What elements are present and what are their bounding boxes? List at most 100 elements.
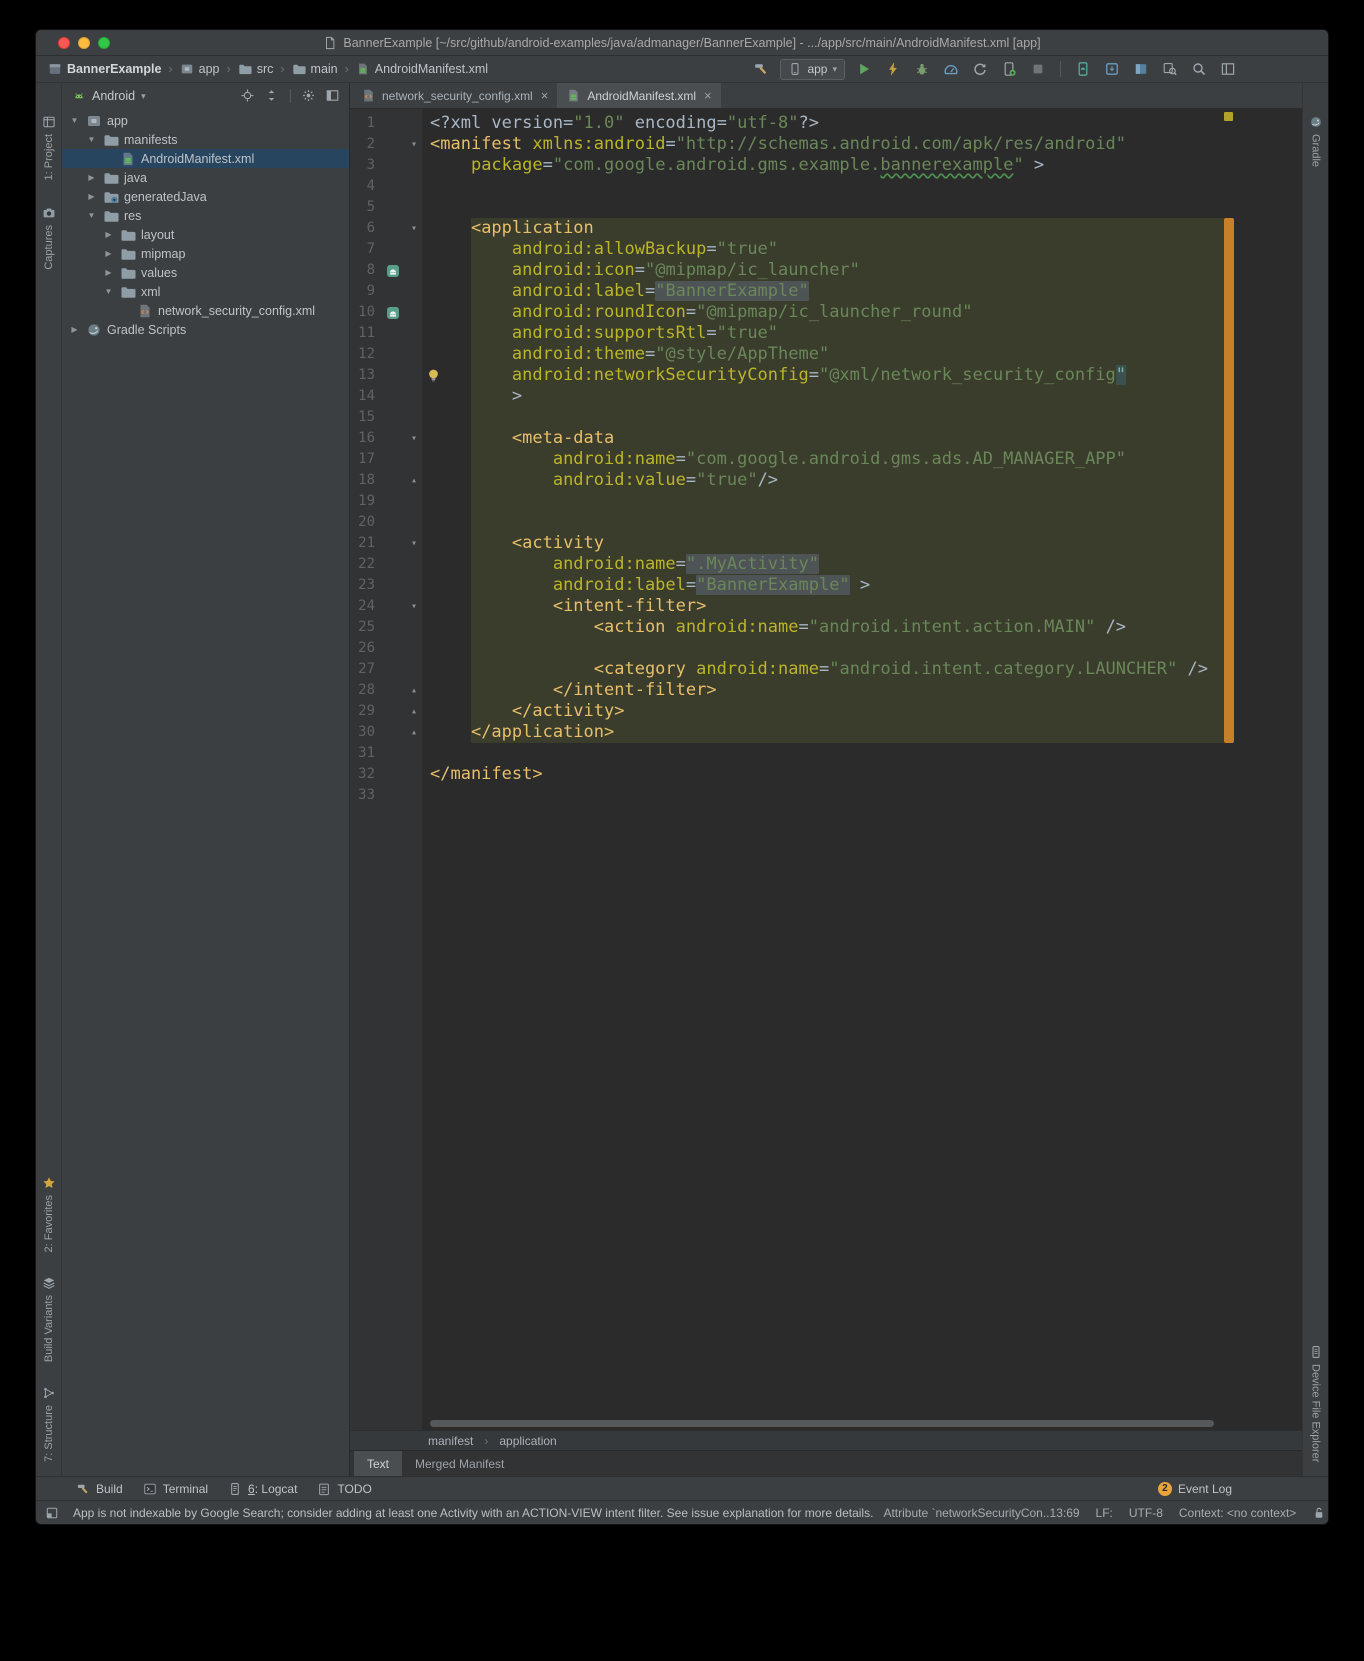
settings-button[interactable] [301,88,317,104]
window-layout-button[interactable] [1218,59,1238,79]
project-view-selector[interactable]: Android [92,89,135,103]
toolwindow-button-gradle[interactable]: Gradle [1309,115,1323,167]
fold-placeholder [406,785,422,806]
breadcrumb-item-src[interactable]: src [238,62,274,76]
avd-manager-button[interactable] [1073,59,1093,79]
code-line: 10 android:roundIcon="@mipmap/ic_launche… [350,302,1302,323]
warning-stripe-mark[interactable] [1224,112,1233,121]
code-line: 22 android:name=".MyActivity" [350,554,1302,575]
line-number: 9 [350,281,380,302]
chevron-right-icon[interactable]: ▶ [102,268,115,277]
tree-item-values[interactable]: ▶values [62,263,349,282]
toolwindow-button-todo[interactable]: TODO [317,1482,371,1496]
tree-item-app[interactable]: ▼app [62,111,349,130]
profile-button[interactable] [941,59,961,79]
horizontal-scrollbar[interactable] [430,1420,1214,1427]
toolwindow-button-7-structure[interactable]: 7: Structure [42,1386,56,1462]
sdk-manager-button[interactable] [1102,59,1122,79]
chevron-down-icon[interactable]: ▼ [85,135,98,144]
toolwindow-button-device-file-explorer[interactable]: Device File Explorer [1309,1345,1323,1462]
toolwindow-button-captures[interactable]: Captures [42,206,56,270]
tree-item-label: mipmap [141,247,185,261]
tree-item-layout[interactable]: ▶layout [62,225,349,244]
search-button[interactable] [1189,59,1209,79]
fold-marker-icon[interactable]: ▾ [406,596,422,617]
terminal-tool-icon [143,1482,157,1496]
debug-button[interactable] [912,59,932,79]
caret-position[interactable]: 13:69 [1050,1506,1080,1520]
code-line: 3 package="com.google.android.gms.exampl… [350,155,1302,176]
editor-tab-network-security-config-xml[interactable]: network_security_config.xml× [352,83,557,108]
run-button[interactable] [854,59,874,79]
breadcrumb-application[interactable]: application [499,1434,556,1448]
tree-item-manifests[interactable]: ▼manifests [62,130,349,149]
run-configuration-select[interactable]: app ▾ [780,59,845,80]
locate-button[interactable] [240,88,256,104]
hide-button[interactable] [325,88,341,104]
tree-item-network-security-config-xml[interactable]: network_security_config.xml [62,301,349,320]
toolwindow-button-build-variants[interactable]: Build Variants [42,1276,56,1362]
find-button[interactable] [1160,59,1180,79]
chevron-down-icon[interactable]: ▼ [85,211,98,220]
lock-icon[interactable] [1312,1506,1326,1520]
tree-item-java[interactable]: ▶java [62,168,349,187]
breadcrumb-item-androidmanifest-xml[interactable]: AndroidManifest.xml [356,62,488,76]
fold-marker-icon[interactable]: ▾ [406,428,422,449]
close-tab-icon[interactable]: × [704,88,712,103]
hammer-button[interactable] [751,59,771,79]
code-line: 14 > [350,386,1302,407]
chevron-right-icon[interactable]: ▶ [102,230,115,239]
event-log-button[interactable]: 2Event Log [1158,1482,1232,1496]
chevron-right-icon[interactable]: ▶ [85,192,98,201]
breadcrumb-item-app[interactable]: app [180,62,220,76]
line-ending-indicator[interactable]: LF: [1096,1506,1113,1520]
tree-item-gradle-scripts[interactable]: ▶Gradle Scripts [62,320,349,339]
toolwindow-button-terminal[interactable]: Terminal [143,1482,208,1496]
toolwindow-button-1-project[interactable]: 1: Project [42,115,56,180]
editor-tab-androidmanifest-xml[interactable]: AndroidManifest.xml× [557,83,720,108]
layout-inspector-button[interactable] [1131,59,1151,79]
view-tab-text[interactable]: Text [354,1451,402,1476]
fold-marker-icon[interactable]: ▴ [406,701,422,722]
chevron-down-icon[interactable]: ▼ [102,287,115,296]
intention-bulb-icon[interactable] [425,367,442,384]
breadcrumb-item-bannerexample[interactable]: BannerExample [48,62,161,76]
fold-marker-icon[interactable]: ▾ [406,218,422,239]
view-tab-merged-manifest[interactable]: Merged Manifest [402,1451,517,1476]
chevron-right-icon[interactable]: ▶ [102,249,115,258]
minimize-window-button[interactable] [78,37,90,49]
toolwindow-button-2-favorites[interactable]: 2: Favorites [42,1176,56,1252]
device-manager-button[interactable] [999,59,1019,79]
collapse-all-button[interactable] [264,88,280,104]
stop-disabled-button[interactable] [1028,59,1048,79]
fold-marker-icon[interactable]: ▴ [406,722,422,743]
tree-item-generatedjava[interactable]: ▶generatedJava [62,187,349,206]
close-tab-icon[interactable]: × [541,88,549,103]
toolwindow-switcher-icon[interactable] [45,1506,59,1520]
tree-item-mipmap[interactable]: ▶ mipmap [62,244,349,263]
fold-marker-icon[interactable]: ▾ [406,134,422,155]
code-editor[interactable]: 1<?xml version="1.0" encoding="utf-8"?>2… [350,109,1302,1430]
zoom-window-button[interactable] [98,37,110,49]
fold-marker-icon[interactable]: ▴ [406,470,422,491]
tree-item-xml[interactable]: ▼xml [62,282,349,301]
tree-item-res[interactable]: ▼res [62,206,349,225]
line-number: 24 [350,596,380,617]
file-encoding[interactable]: UTF-8 [1129,1506,1163,1520]
status-message[interactable]: App is not indexable by Google Search; c… [73,1506,873,1520]
close-window-button[interactable] [58,37,70,49]
breadcrumb-item-main[interactable]: main [292,62,338,76]
chevron-right-icon[interactable]: ▶ [68,325,81,334]
toolwindow-button-6-logcat[interactable]: 6: Logcat [228,1482,297,1496]
toolwindow-button-build[interactable]: Build [76,1482,123,1496]
fold-marker-icon[interactable]: ▾ [406,533,422,554]
chevron-down-icon[interactable]: ▼ [68,116,81,125]
titlebar[interactable]: BannerExample [~/src/github/android-exam… [36,30,1328,56]
chevron-right-icon[interactable]: ▶ [85,173,98,182]
fold-marker-icon[interactable]: ▴ [406,680,422,701]
apply-changes-button[interactable] [883,59,903,79]
breadcrumb-manifest[interactable]: manifest [428,1434,473,1448]
tree-item-androidmanifest-xml[interactable]: AndroidManifest.xml [62,149,349,168]
sync-button[interactable] [970,59,990,79]
selection-stripe-mark[interactable] [1224,218,1234,743]
